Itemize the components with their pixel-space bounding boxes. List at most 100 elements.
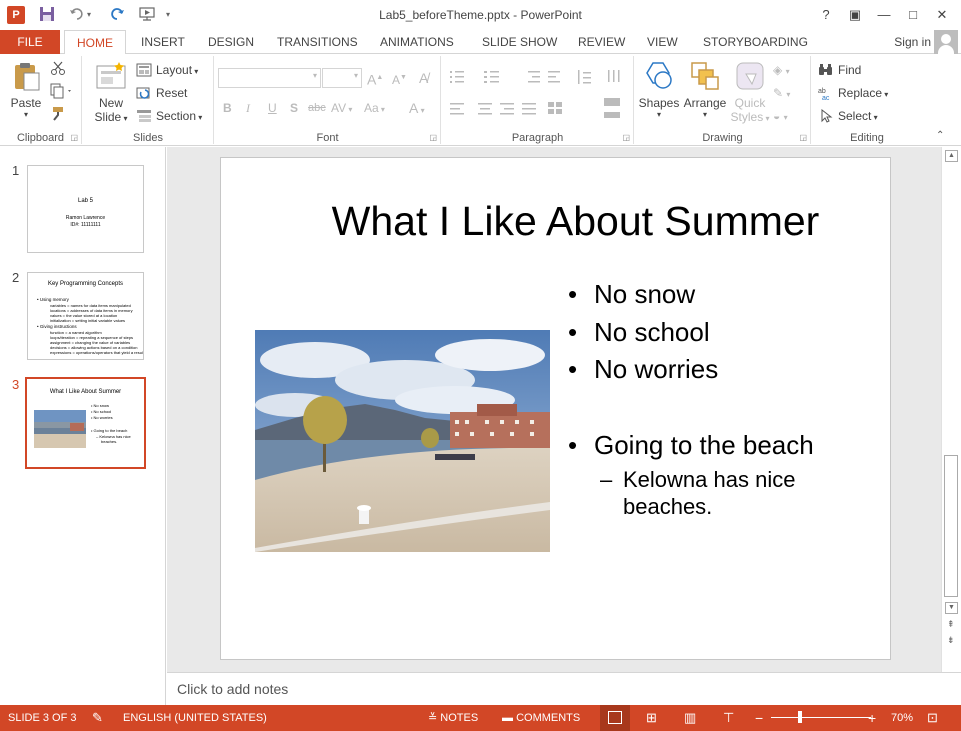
maximize-button[interactable]: □ <box>899 4 927 26</box>
status-bar: SLIDE 3 OF 3 ✎ ENGLISH (UNITED STATES) ≚… <box>0 705 961 731</box>
shapes-button[interactable]: Shapes ▾ <box>638 60 680 119</box>
shape-outline-icon[interactable]: ✎ ▾ <box>773 83 790 103</box>
strikethrough-button[interactable]: abc <box>308 98 326 118</box>
quick-styles-button[interactable]: Quick Styles ▾ <box>730 60 770 124</box>
font-name-combo[interactable]: ▾ <box>218 68 321 88</box>
slide-sorter-view-icon[interactable]: ⊞ <box>646 705 657 731</box>
tab-home[interactable]: HOME <box>64 30 126 55</box>
thumbnail-text: Ramon Lawrence <box>65 215 106 221</box>
layout-button[interactable]: Layout ▾ <box>136 60 198 80</box>
previous-slide-icon[interactable]: ⇞ <box>947 619 955 630</box>
clear-formatting-icon[interactable]: A̸ <box>419 68 428 88</box>
shrink-font-icon[interactable]: A▼ <box>392 68 407 88</box>
notes-pane[interactable]: Click to add notes <box>167 672 961 705</box>
slide-canvas[interactable]: What I Like About Summer • No snow • No … <box>220 157 891 660</box>
minimize-button[interactable]: — <box>870 4 898 26</box>
zoom-in-button[interactable]: + <box>868 705 876 731</box>
format-painter-button[interactable] <box>50 106 66 126</box>
thumbnail-title: Key Programming Concepts <box>47 281 124 287</box>
zoom-level[interactable]: 70% <box>891 705 913 731</box>
reset-label: Reset <box>156 86 188 100</box>
replace-button[interactable]: ab ac Replace ▾ <box>818 83 888 103</box>
fit-slide-icon[interactable]: ⊡ <box>927 705 938 731</box>
tab-design[interactable]: DESIGN <box>208 30 254 54</box>
font-color-button[interactable]: A ▾ <box>409 98 425 118</box>
shape-effects-icon[interactable]: ◒ ▾ <box>773 106 788 126</box>
paste-button[interactable]: Paste ▾ <box>6 60 46 119</box>
tab-view[interactable]: VIEW <box>647 30 678 54</box>
paste-label: Paste <box>10 96 42 110</box>
clipboard-group-label: Clipboard <box>16 132 65 144</box>
character-spacing-button[interactable]: AV ▾ <box>331 98 352 118</box>
tab-animations[interactable]: ANIMATIONS <box>380 30 454 54</box>
paragraph-launcher-icon[interactable]: ◲ <box>622 133 630 142</box>
thumbnail-text: beaches. <box>101 439 118 444</box>
reset-button[interactable]: Reset <box>136 83 187 103</box>
avatar[interactable] <box>934 30 958 54</box>
tab-insert[interactable]: INSERT <box>141 30 185 54</box>
language-indicator[interactable]: ENGLISH (UNITED STATES) <box>123 705 267 731</box>
comment-icon: ▬ <box>502 712 513 724</box>
close-button[interactable]: ✕ <box>928 4 956 26</box>
normal-view-button[interactable] <box>600 705 630 731</box>
reading-view-icon[interactable]: ▥ <box>684 705 696 731</box>
quick-styles-label-line1: Quick <box>734 96 766 110</box>
grow-font-icon[interactable]: A▲ <box>367 68 383 88</box>
title-bar: P ▾ ▾ Lab5_beforeTheme.pptx - PowerPoint… <box>0 0 961 30</box>
cut-button[interactable] <box>50 60 66 80</box>
text-shadow-button[interactable]: S <box>290 98 298 118</box>
next-slide-icon[interactable]: ⇟ <box>947 635 955 646</box>
slides-group-label: Slides <box>133 132 163 144</box>
underline-button[interactable]: U <box>268 98 277 118</box>
clipboard-launcher-icon[interactable]: ◲ <box>70 133 78 142</box>
slide-title[interactable]: What I Like About Summer <box>261 198 890 245</box>
svg-text:ab: ab <box>818 88 826 95</box>
notes-icon: ≚ <box>428 712 438 724</box>
quick-styles-icon <box>734 60 766 92</box>
paragraph-controls-icon[interactable] <box>448 68 630 128</box>
font-launcher-icon[interactable]: ◲ <box>429 133 437 142</box>
slide-thumbnail-1[interactable]: Lab 5 Ramon Lawrence ID#: 11111111 <box>27 165 144 253</box>
zoom-slider-thumb[interactable] <box>798 711 802 723</box>
slide-content-placeholder[interactable]: No snow No school No worries Going to th… <box>566 276 886 520</box>
collapse-ribbon-icon[interactable]: ⌃ <box>936 130 944 141</box>
slide-show-view-icon[interactable]: ⊤ <box>723 705 734 731</box>
slide-thumbnail-3[interactable]: What I Like About Summer • No snow • No … <box>25 377 146 469</box>
shape-fill-icon[interactable]: ◈ ▾ <box>773 60 790 80</box>
tab-slide-show[interactable]: SLIDE SHOW <box>482 30 557 54</box>
zoom-out-button[interactable]: − <box>755 705 763 731</box>
copy-button[interactable] <box>50 83 74 103</box>
select-button[interactable]: Select ▾ <box>818 106 878 126</box>
notes-toggle[interactable]: ≚ NOTES <box>428 705 478 731</box>
scroll-down-icon[interactable]: ▼ <box>945 602 958 614</box>
layout-label: Layout <box>156 63 193 77</box>
tab-storyboarding[interactable]: STORYBOARDING <box>703 30 808 54</box>
scrollbar-thumb[interactable] <box>944 455 958 597</box>
zoom-slider-track[interactable] <box>771 717 871 718</box>
help-button[interactable]: ? <box>812 4 840 26</box>
sign-in-link[interactable]: Sign in <box>894 30 931 54</box>
beach-photo[interactable] <box>255 330 550 552</box>
paste-dropdown-icon: ▾ <box>23 110 28 119</box>
font-size-combo[interactable]: ▾ <box>322 68 362 88</box>
tab-file[interactable]: FILE <box>0 30 60 54</box>
ribbon-tabs: FILE HOME INSERT DESIGN TRANSITIONS ANIM… <box>0 30 961 55</box>
drawing-launcher-icon[interactable]: ◲ <box>799 133 807 142</box>
ribbon-display-options-button[interactable]: ▣ <box>841 4 869 26</box>
thumbnail-title: Lab 5 <box>77 198 93 204</box>
scroll-up-icon[interactable]: ▲ <box>945 150 958 162</box>
arrange-button[interactable]: Arrange ▾ <box>682 60 728 119</box>
new-slide-label-line1: New <box>98 96 123 110</box>
find-button[interactable]: Find <box>818 60 861 80</box>
vertical-scrollbar[interactable]: ▲ ▼ ⇞ ⇟ <box>941 147 961 672</box>
change-case-button[interactable]: Aa ▾ <box>364 98 385 118</box>
slide-thumbnail-2[interactable]: Key Programming Concepts • Using memory … <box>27 272 144 360</box>
spell-check-icon[interactable]: ✎ <box>92 705 103 731</box>
section-button[interactable]: Section ▾ <box>136 106 202 126</box>
new-slide-button[interactable]: New Slide ▾ <box>89 60 133 124</box>
bold-button[interactable]: B <box>223 98 232 118</box>
comments-toggle[interactable]: ▬ COMMENTS <box>502 705 580 731</box>
tab-transitions[interactable]: TRANSITIONS <box>277 30 358 54</box>
italic-button[interactable]: I <box>246 98 250 118</box>
tab-review[interactable]: REVIEW <box>578 30 625 54</box>
